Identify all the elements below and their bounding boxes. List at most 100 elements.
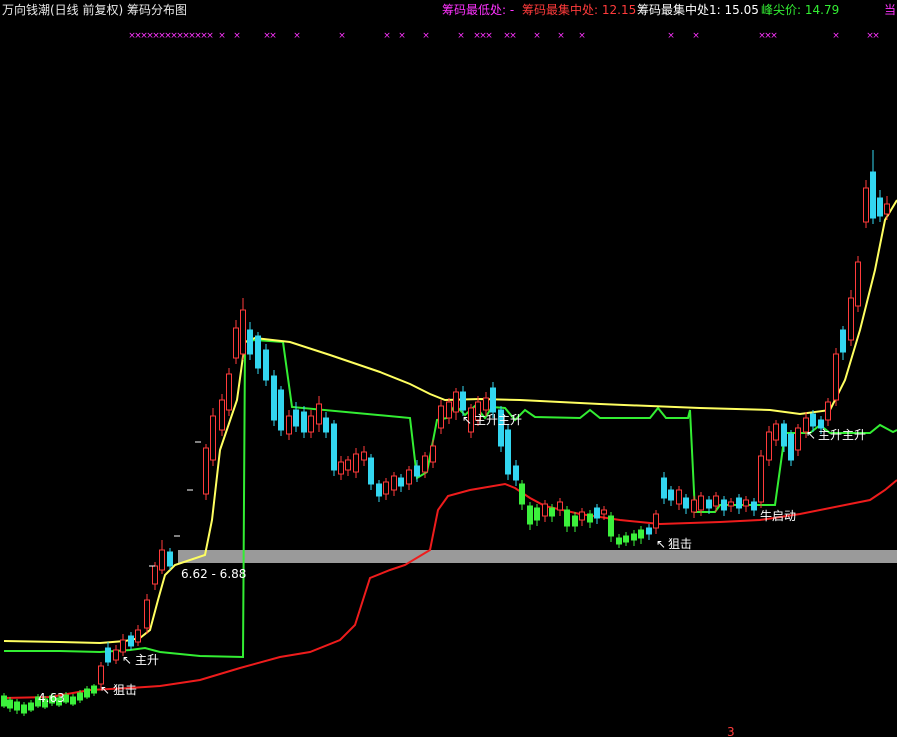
candle-29 <box>240 298 246 360</box>
candle-body <box>91 685 97 694</box>
candle-body <box>549 507 555 517</box>
candle-32 <box>263 344 269 386</box>
candle-16 <box>113 645 119 664</box>
candle-body <box>706 499 712 509</box>
signal-mark-28: × <box>509 31 517 41</box>
candle-12 <box>84 686 90 699</box>
main-up-label-1: 主升 <box>135 653 159 667</box>
range-annotation: 6.62 - 6.88 <box>181 567 246 581</box>
signal-mark-21: × <box>398 31 406 41</box>
candle-94 <box>728 498 734 512</box>
candle-86 <box>668 486 674 506</box>
candle-body <box>152 565 158 585</box>
candle-body <box>557 501 563 511</box>
candle-body <box>21 704 27 714</box>
candle-body <box>877 197 883 217</box>
candle-26 <box>219 394 225 436</box>
candle-31 <box>255 332 261 374</box>
candle-95 <box>736 494 742 514</box>
signal-mark-13: × <box>206 31 214 41</box>
candle-body <box>601 509 607 515</box>
candle-body <box>210 415 216 461</box>
chip-band <box>178 550 897 563</box>
candle-85 <box>661 472 667 504</box>
ambush-label-2: 狙击 <box>668 537 692 551</box>
candle-body <box>616 537 622 545</box>
candle-body <box>203 447 209 495</box>
candle-84 <box>653 510 659 534</box>
candle-69 <box>542 500 548 522</box>
candle-body <box>758 455 764 503</box>
candle-30 <box>247 322 253 360</box>
candle-20 <box>144 594 150 634</box>
candle-body <box>308 415 314 433</box>
candle-13 <box>91 684 97 696</box>
candle-body <box>534 507 540 521</box>
signal-mark-26: × <box>485 31 493 41</box>
candle-body <box>226 373 232 411</box>
arrow-ambush-1: ↖ <box>100 683 110 697</box>
candle-96 <box>743 496 749 512</box>
candle-50 <box>398 474 404 492</box>
candle-body <box>255 335 261 369</box>
candle-71 <box>557 498 563 516</box>
candle-24 <box>203 444 209 500</box>
candle-65 <box>513 460 519 486</box>
main-up-label-3: 主升主升 <box>818 428 866 442</box>
candle-66 <box>519 480 525 510</box>
candle-34 <box>278 386 284 436</box>
candle-body <box>422 455 428 473</box>
candle-body <box>623 535 629 543</box>
candle-46 <box>368 454 374 490</box>
candle-body <box>594 507 600 519</box>
signal-mark-29: × <box>533 31 541 41</box>
candle-body <box>490 387 496 413</box>
kline-chart[interactable]: ×××××××××××××× × × ×× × × × × × × ××× ×× × × × × × ××× × ××… <box>0 0 897 737</box>
candle-78 <box>608 512 614 542</box>
candle-body <box>661 477 667 499</box>
yellow-line <box>3 199 897 645</box>
candle-3 <box>21 702 27 716</box>
candle-80 <box>623 532 629 546</box>
candle-body <box>278 389 284 431</box>
candle-43 <box>345 456 351 476</box>
candle-body <box>383 481 389 495</box>
candle-body <box>683 497 689 509</box>
arrow-ambush-2: ↖ <box>656 537 666 551</box>
candle-body <box>460 391 466 411</box>
candle-99 <box>766 426 772 466</box>
candle-75 <box>587 510 593 528</box>
candle-42 <box>338 456 344 480</box>
candle-45 <box>361 446 367 466</box>
signal-mark-17: × <box>269 31 277 41</box>
candle-body <box>848 297 854 341</box>
candle-10 <box>70 694 76 706</box>
candle-body <box>135 629 141 643</box>
candle-body <box>788 433 794 461</box>
candle-body <box>751 501 757 511</box>
candle-33 <box>271 370 277 426</box>
candle-108 <box>833 348 839 406</box>
signal-mark-32: × <box>667 31 675 41</box>
candle-body <box>773 423 779 441</box>
candle-83 <box>646 524 652 540</box>
candle-body <box>219 399 225 431</box>
candle-body <box>331 423 337 471</box>
candle-57 <box>453 388 459 420</box>
candle-body <box>863 187 869 223</box>
candle-body <box>159 549 165 571</box>
candle-body <box>743 499 749 507</box>
candle-body <box>113 649 119 661</box>
candle-113 <box>870 150 876 224</box>
candle-body <box>884 203 890 215</box>
signal-mark-14: × <box>218 31 226 41</box>
candle-body <box>542 503 548 517</box>
candle-body <box>505 429 511 475</box>
signal-mark-30: × <box>557 31 565 41</box>
candle-body <box>818 419 824 429</box>
signal-marks: ×××××××××××××× × × ×× × × × × × × ××× ×× × × × × × ××× × ×× <box>128 31 880 41</box>
candle-81 <box>631 530 637 546</box>
signal-mark-39: × <box>872 31 880 41</box>
candle-55 <box>438 400 444 434</box>
candle-body <box>668 489 674 501</box>
